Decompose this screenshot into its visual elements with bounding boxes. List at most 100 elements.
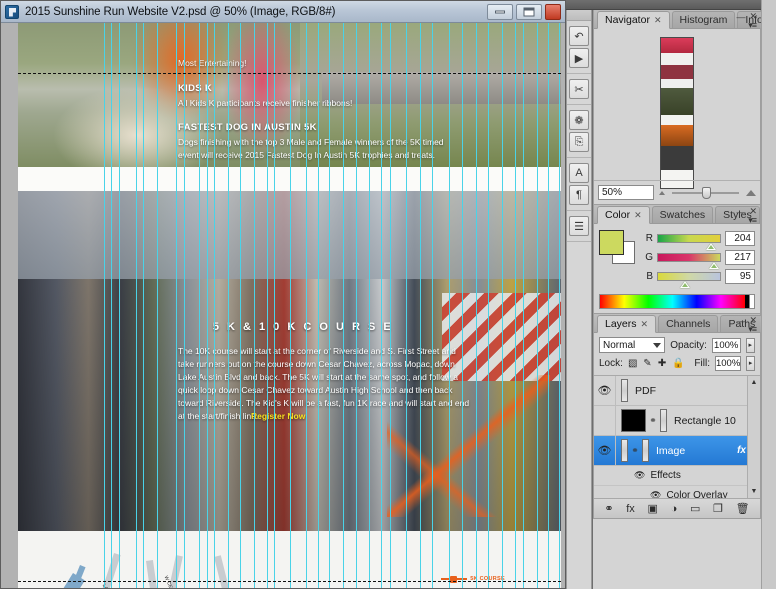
- lock-all-icon[interactable]: 🔒: [672, 357, 684, 370]
- layer-list-scrollbar[interactable]: ▲ ▼: [747, 376, 760, 498]
- close-icon[interactable]: ✕: [654, 15, 662, 26]
- zoom-slider[interactable]: [672, 186, 739, 199]
- foreground-color-swatch[interactable]: [599, 230, 624, 255]
- green-slider[interactable]: [657, 252, 721, 269]
- layer-fx-icon[interactable]: fx: [737, 445, 746, 456]
- guide-line[interactable]: [143, 23, 144, 588]
- navigator-tabrow[interactable]: Navigator ✕ Histogram Info — ✕ ▾≡: [594, 10, 771, 30]
- close-icon[interactable]: ✕: [634, 210, 642, 221]
- visibility-eye-icon[interactable]: 👁: [594, 436, 616, 465]
- guide-line[interactable]: [214, 23, 215, 588]
- guide-line[interactable]: [369, 23, 370, 588]
- layer-thumbnail[interactable]: [621, 409, 646, 432]
- guide-line[interactable]: [502, 23, 503, 588]
- blue-slider-knob[interactable]: [679, 280, 690, 288]
- chevron-down-icon[interactable]: [653, 343, 662, 348]
- guide-line[interactable]: [199, 23, 200, 588]
- panel-menu-icon[interactable]: ▾≡: [748, 324, 757, 335]
- layer-thumbnails[interactable]: ⚭: [616, 409, 667, 432]
- guide-line[interactable]: [290, 23, 291, 588]
- lock-image-icon[interactable]: ✎: [643, 357, 653, 370]
- tab-color[interactable]: Color ✕: [597, 206, 650, 224]
- guide-line[interactable]: [476, 23, 477, 588]
- guide-line[interactable]: [136, 23, 137, 588]
- visibility-eye-icon[interactable]: 👁: [650, 490, 661, 498]
- layer-effect-row[interactable]: 👁 Color Overlay: [594, 486, 760, 498]
- guide-line[interactable]: [176, 23, 177, 588]
- color-tabrow[interactable]: Color ✕ Swatches Styles — ✕ ▾≡: [594, 205, 760, 225]
- navigator-footer[interactable]: 50%: [594, 180, 760, 204]
- dock-grip[interactable]: [567, 10, 591, 21]
- guide-line[interactable]: [420, 23, 421, 588]
- layer-effect-row[interactable]: 👁 Effects: [594, 466, 760, 486]
- tab-channels[interactable]: Channels: [658, 315, 719, 332]
- guide-line[interactable]: [184, 23, 185, 588]
- new-adjustment-layer-icon[interactable]: ◑: [671, 503, 678, 515]
- red-channel-row[interactable]: R 204: [644, 230, 755, 250]
- guide-line[interactable]: [548, 23, 549, 588]
- clone-source-icon[interactable]: ⎘: [569, 132, 589, 152]
- guide-line[interactable]: [432, 23, 433, 588]
- layer-list[interactable]: 👁 PDF ⚭ Rectangle 10 👁 ⚭ Image fx 👁 Effects 👁 Color…: [594, 375, 760, 498]
- guide-line[interactable]: [228, 23, 229, 588]
- guide-line[interactable]: [537, 23, 538, 588]
- right-dock-edge[interactable]: [761, 0, 776, 589]
- mask-link-icon[interactable]: ⚭: [649, 415, 657, 426]
- guide-line[interactable]: [523, 23, 524, 588]
- lock-position-icon[interactable]: ✚: [657, 357, 667, 370]
- lock-transparency-icon[interactable]: ▧: [628, 357, 638, 370]
- layers-tabrow[interactable]: Layers ✕ Channels Paths — ✕ ▾≡: [594, 314, 764, 335]
- layer-thumbnails[interactable]: ⚭: [616, 439, 649, 462]
- visibility-eye-icon[interactable]: [594, 406, 616, 435]
- link-layers-icon[interactable]: ⚭: [604, 502, 613, 515]
- guide-line[interactable]: [515, 23, 516, 588]
- guide-line[interactable]: [119, 23, 120, 588]
- add-layer-mask-icon[interactable]: ▣: [648, 502, 658, 515]
- layer-thumbnail[interactable]: [642, 439, 649, 462]
- brushes-icon[interactable]: ❁: [569, 110, 589, 130]
- minimize-button[interactable]: [487, 3, 513, 20]
- zoom-out-icon[interactable]: [659, 190, 665, 195]
- blend-mode-select[interactable]: Normal: [599, 337, 666, 353]
- navigator-body[interactable]: 50%: [594, 29, 760, 204]
- color-spectrum-bar[interactable]: [599, 294, 755, 309]
- red-slider[interactable]: [657, 233, 721, 250]
- mask-link-icon[interactable]: ⚭: [631, 445, 639, 456]
- collapse-icon[interactable]: —: [736, 12, 745, 22]
- paragraph-icon[interactable]: ¶: [569, 185, 589, 205]
- guide-line[interactable]: [406, 23, 407, 588]
- zoom-in-icon[interactable]: [746, 189, 756, 196]
- new-layer-icon[interactable]: ❐: [713, 502, 723, 515]
- green-value-input[interactable]: 217: [725, 249, 755, 265]
- layer-row[interactable]: ⚭ Rectangle 10: [594, 406, 760, 436]
- opacity-stepper[interactable]: ▸: [745, 337, 755, 353]
- guide-line[interactable]: [329, 23, 330, 588]
- delete-layer-icon[interactable]: 🗑: [736, 502, 750, 515]
- green-channel-row[interactable]: G 217: [644, 249, 755, 269]
- layer-style-fx-icon[interactable]: fx: [626, 503, 635, 515]
- collapse-icon[interactable]: —: [736, 207, 745, 217]
- tab-layers[interactable]: Layers ✕: [597, 315, 657, 333]
- new-group-icon[interactable]: ▭: [690, 502, 700, 515]
- red-slider-knob[interactable]: [705, 242, 716, 250]
- layer-thumbnail[interactable]: [621, 439, 628, 462]
- notes-icon[interactable]: ☰: [569, 216, 589, 236]
- guide-line[interactable]: [462, 23, 463, 588]
- layer-row[interactable]: 👁 ⚭ Image fx: [594, 436, 760, 466]
- guide-line[interactable]: [104, 23, 105, 588]
- register-now-link[interactable]: Register Now: [251, 410, 305, 423]
- layer-thumbnails[interactable]: [616, 379, 628, 402]
- artboard[interactable]: Most Entertaining! KIDS K All Kids K par…: [18, 23, 561, 588]
- visibility-eye-icon[interactable]: 👁: [594, 376, 616, 405]
- layers-footer[interactable]: ⚭ fx ▣ ◑ ▭ ❐ 🗑: [594, 498, 760, 518]
- zoom-level-input[interactable]: 50%: [598, 185, 654, 200]
- character-icon[interactable]: A: [569, 163, 589, 183]
- guide-line[interactable]: [449, 23, 450, 588]
- tab-histogram[interactable]: Histogram: [671, 11, 736, 28]
- blue-slider[interactable]: [657, 271, 721, 288]
- foreground-background-swatches[interactable]: [599, 230, 637, 264]
- animation-icon[interactable]: ▶: [569, 48, 589, 68]
- guide-line[interactable]: [111, 23, 112, 588]
- guide-line[interactable]: [559, 23, 560, 588]
- blue-channel-row[interactable]: B 95: [644, 268, 755, 288]
